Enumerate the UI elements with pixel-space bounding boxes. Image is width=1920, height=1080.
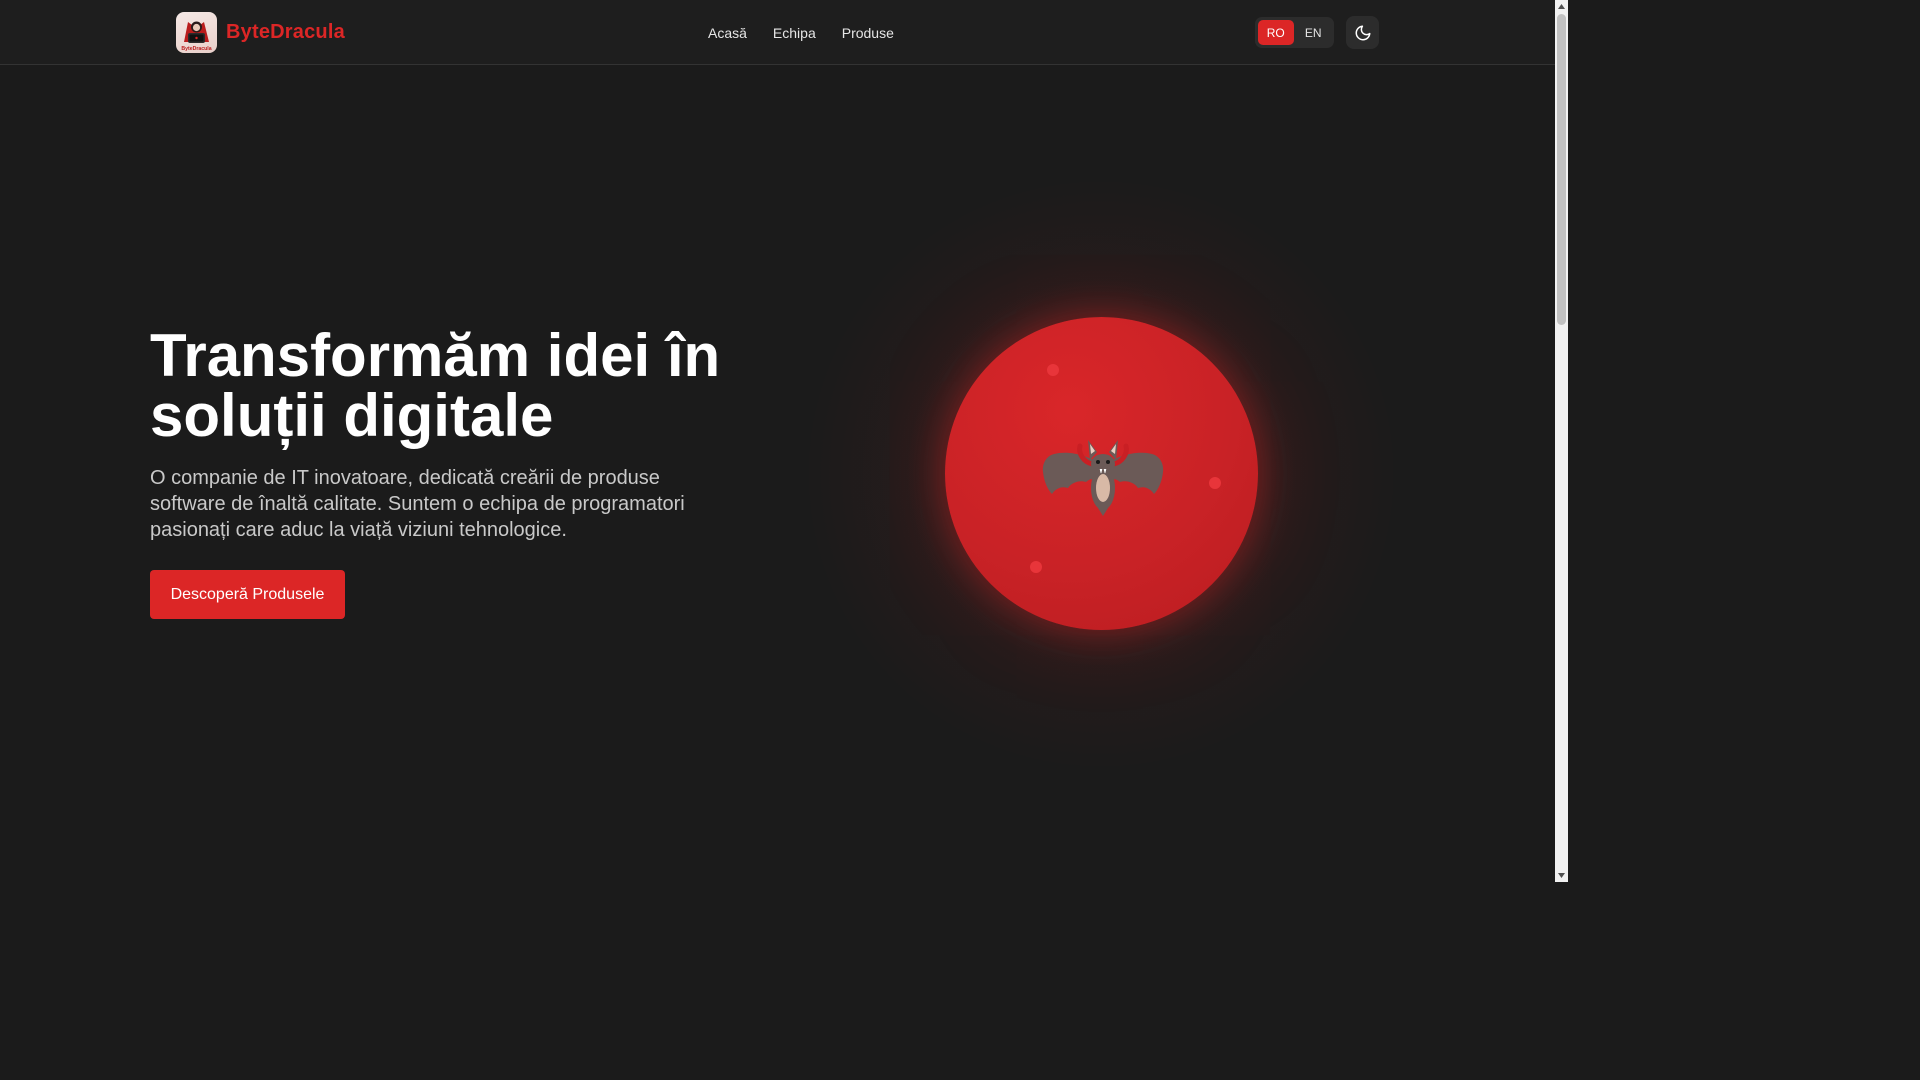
caret-up-icon <box>1558 4 1565 9</box>
scroll-up-arrow[interactable] <box>1555 0 1568 13</box>
hero-description: O companie de IT inovatoare, dedicată cr… <box>150 467 685 541</box>
scroll-thumb[interactable] <box>1557 14 1566 325</box>
nav-link-products[interactable]: Produse <box>842 25 894 41</box>
language-option-en[interactable]: EN <box>1296 20 1332 45</box>
vertical-scrollbar[interactable] <box>1555 0 1568 882</box>
brand-name: ByteDracula <box>226 21 345 43</box>
logo-wordmark: ByteDracula <box>181 46 211 52</box>
language-option-ro[interactable]: RO <box>1258 20 1294 45</box>
nav-link-home[interactable]: Acasă <box>708 25 747 41</box>
bat-icon <box>1042 440 1164 516</box>
dracula-logo-icon: ByteDracula <box>181 21 212 52</box>
scroll-down-arrow[interactable] <box>1555 869 1568 882</box>
discover-products-button[interactable]: Descoperă Produsele <box>150 570 345 619</box>
site-header: ByteDracula ByteDracula Acasă Echipa Pro… <box>0 0 1555 65</box>
caret-down-icon <box>1558 873 1565 878</box>
language-switch: RO EN <box>1255 17 1334 48</box>
page: ByteDracula ByteDracula Acasă Echipa Pro… <box>0 0 1568 882</box>
brand-home-link[interactable]: ByteDracula ByteDracula <box>176 12 345 53</box>
main-nav: Acasă Echipa Produse <box>708 0 894 65</box>
moon-dot <box>1209 477 1221 489</box>
moon-dot <box>1047 364 1059 376</box>
brand-logo: ByteDracula <box>176 12 217 53</box>
hero-title: Transformăm idei în soluții digitale <box>150 322 721 449</box>
nav-link-team[interactable]: Echipa <box>773 25 816 41</box>
moon-icon <box>1355 25 1370 40</box>
moon-dot <box>1030 561 1042 573</box>
theme-toggle-button[interactable] <box>1346 16 1379 49</box>
